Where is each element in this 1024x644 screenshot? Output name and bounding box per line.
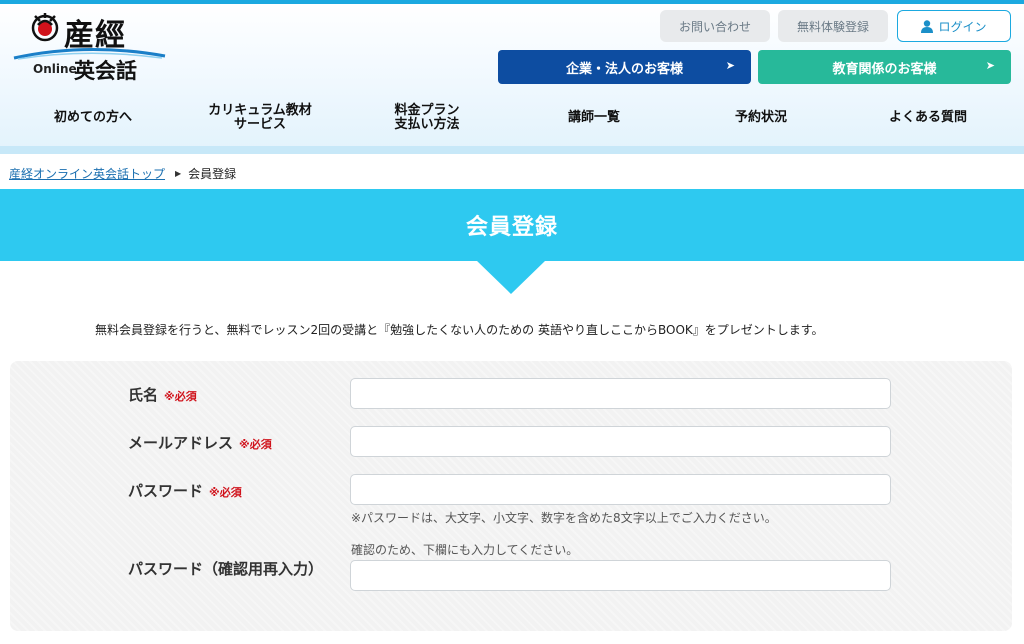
confirm-password-input[interactable] — [350, 560, 891, 591]
person-icon — [921, 19, 934, 33]
password-label-text: パスワード — [128, 482, 204, 500]
login-button[interactable]: ログイン — [897, 10, 1011, 42]
confirm-note: 確認のため、下欄にも入力してください。 — [351, 543, 579, 557]
confirm-password-label-text: パスワード（確認用再入力） — [128, 560, 324, 578]
free-trial-label: 無料体験登録 — [796, 19, 869, 34]
breadcrumb-home-link[interactable]: 産経オンライン英会話トップ — [9, 165, 165, 182]
corporate-customers-button[interactable]: 企業・法人のお客様 ➤ — [498, 50, 751, 84]
nav-item-beginners[interactable]: 初めての方へ — [8, 98, 178, 138]
contact-button[interactable]: お問い合わせ — [660, 10, 770, 42]
header-divider — [0, 146, 1024, 154]
corporate-label: 企業・法人のお客様 — [565, 61, 683, 77]
password-label: パスワード ※必須 — [128, 480, 242, 501]
education-customers-button[interactable]: 教育関係のお客様 ➤ — [758, 50, 1011, 84]
title-pointer-icon — [476, 260, 546, 294]
email-label: メールアドレス ※必須 — [128, 432, 272, 453]
password-input[interactable] — [350, 474, 891, 505]
nav-item-reservations[interactable]: 予約状況 — [676, 98, 846, 138]
required-mark: ※必須 — [164, 390, 197, 403]
password-note: ※パスワードは、大文字、小文字、数字を含めた8文字以上でご入力ください。 — [351, 511, 777, 525]
site-logo[interactable]: 産經 Online 英会話 — [12, 6, 172, 86]
sankei-logo-icon — [31, 13, 59, 42]
nav-item-curriculum[interactable]: カリキュラム教材 サービス — [175, 98, 345, 138]
logo-eikaiwa-text: 英会話 — [74, 59, 137, 83]
logo-online-text: Online — [33, 62, 77, 76]
nav-item-pricing[interactable]: 料金プラン 支払い方法 — [342, 98, 512, 138]
arrow-right-icon: ➤ — [985, 59, 995, 72]
page-title-band: 会員登録 — [0, 189, 1024, 261]
intro-text: 無料会員登録を行うと、無料でレッスン2回の受講と『勉強したくない人のための 英語… — [95, 323, 824, 337]
nav-item-faq[interactable]: よくある質問 — [843, 98, 1013, 138]
name-label: 氏名 ※必須 — [128, 384, 197, 405]
breadcrumb-separator-icon: ▶ — [175, 169, 182, 178]
email-label-text: メールアドレス — [128, 434, 234, 452]
login-label: ログイン — [938, 19, 987, 34]
free-trial-button[interactable]: 無料体験登録 — [778, 10, 888, 42]
required-mark: ※必須 — [239, 438, 272, 451]
page-title: 会員登録 — [465, 215, 558, 240]
arrow-right-icon: ➤ — [725, 59, 735, 72]
email-input[interactable] — [350, 426, 891, 457]
nav-item-teachers[interactable]: 講師一覧 — [509, 98, 679, 138]
name-input[interactable] — [350, 378, 891, 409]
breadcrumb: 産経オンライン英会話トップ ▶ 会員登録 — [9, 165, 236, 182]
education-label: 教育関係のお客様 — [832, 61, 937, 77]
breadcrumb-current: 会員登録 — [188, 167, 237, 181]
required-mark: ※必須 — [209, 486, 242, 499]
confirm-password-label: パスワード（確認用再入力） — [128, 558, 323, 579]
main-nav: 初めての方へ カリキュラム教材 サービス 料金プラン 支払い方法 講師一覧 予約… — [0, 98, 1024, 138]
contact-label: お問い合わせ — [678, 19, 751, 34]
name-label-text: 氏名 — [128, 386, 159, 404]
